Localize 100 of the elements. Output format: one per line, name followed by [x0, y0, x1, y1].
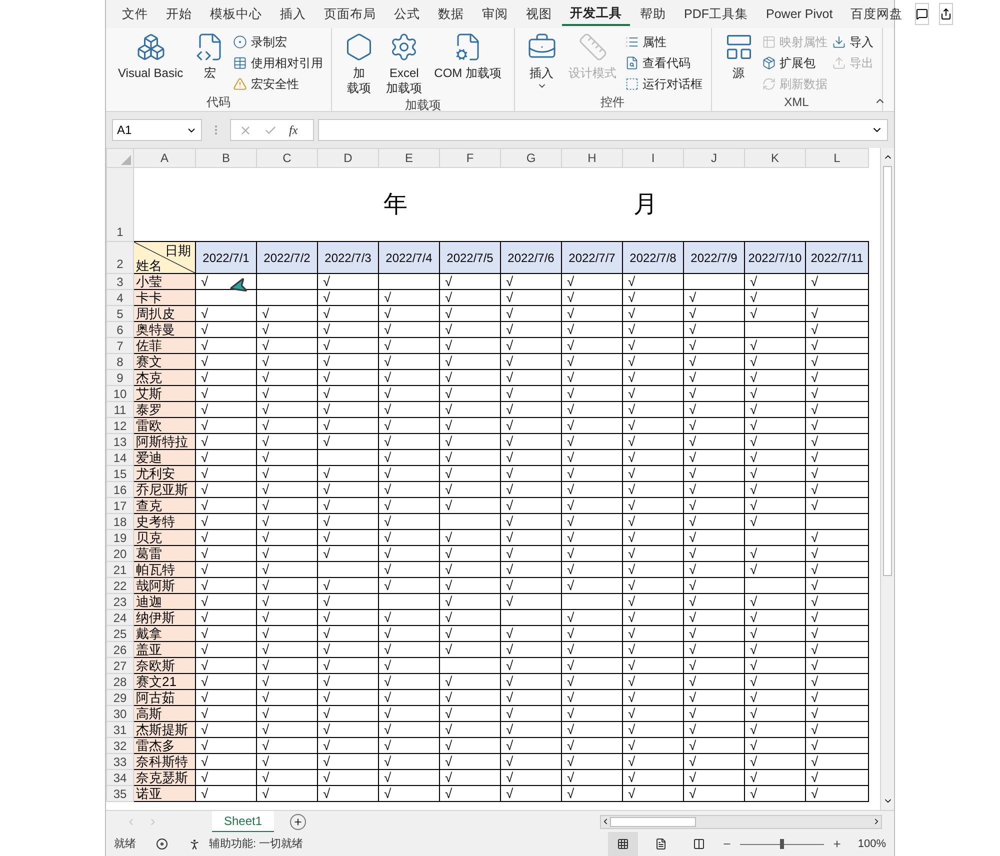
ribbon-tab[interactable]: 帮助 — [632, 2, 674, 26]
check-cell: √ — [500, 498, 562, 514]
row-header[interactable]: 19 — [106, 530, 134, 546]
row-header[interactable]: 28 — [106, 674, 134, 690]
ribbon-tab[interactable]: 视图 — [518, 2, 560, 26]
column-header[interactable]: B — [196, 148, 256, 168]
row-header[interactable]: 11 — [106, 402, 134, 418]
row-header[interactable]: 34 — [106, 770, 134, 786]
ribbon-button[interactable]: 源 — [720, 32, 758, 81]
column-header[interactable]: L — [806, 148, 868, 168]
accessibility-status[interactable]: 辅助功能: 一切就绪 — [209, 836, 304, 852]
column-header[interactable]: F — [440, 148, 500, 168]
ribbon-tab[interactable]: 公式 — [386, 2, 428, 26]
row-header[interactable]: 25 — [106, 626, 134, 642]
ribbon-button[interactable]: 运行对话框 — [624, 74, 702, 93]
row-header[interactable]: 18 — [106, 514, 134, 530]
column-header[interactable]: H — [562, 148, 622, 168]
column-header[interactable]: E — [378, 148, 440, 168]
zoom-level[interactable]: 100% — [858, 836, 886, 852]
column-header[interactable]: C — [256, 148, 318, 168]
row-header[interactable]: 17 — [106, 498, 134, 514]
formula-input[interactable] — [318, 119, 888, 141]
row-header[interactable]: 15 — [106, 466, 134, 482]
row-header[interactable]: 22 — [106, 578, 134, 594]
macro-record-icon[interactable] — [156, 838, 168, 850]
ribbon-tab[interactable]: 插入 — [272, 2, 314, 26]
row-header[interactable]: 8 — [106, 354, 134, 370]
ribbon-button[interactable]: Excel 加载项 — [382, 32, 426, 96]
column-header[interactable]: G — [500, 148, 562, 168]
ribbon-button[interactable]: 属性 — [624, 32, 702, 51]
row-header[interactable]: 30 — [106, 706, 134, 722]
row-header[interactable]: 13 — [106, 434, 134, 450]
row-header[interactable]: 20 — [106, 546, 134, 562]
ribbon-tab[interactable]: 页面布局 — [316, 2, 384, 26]
scroll-thumb[interactable] — [610, 816, 696, 826]
ribbon-button[interactable]: 插入 — [522, 32, 560, 91]
column-header[interactable]: K — [744, 148, 806, 168]
column-header[interactable]: I — [622, 148, 684, 168]
insert-function-button[interactable]: fx — [289, 121, 298, 139]
row-header[interactable]: 26 — [106, 642, 134, 658]
vertical-scrollbar[interactable] — [880, 148, 894, 810]
row-header[interactable]: 27 — [106, 658, 134, 674]
ribbon-button[interactable]: 查看代码 — [624, 53, 702, 72]
row-header[interactable]: 14 — [106, 450, 134, 466]
ribbon-button[interactable]: 宏安全性 — [233, 74, 324, 93]
ribbon-tab[interactable]: 模板中心 — [202, 2, 270, 26]
column-header[interactable]: A — [134, 148, 196, 168]
ribbon-button[interactable]: 使用相对引用 — [233, 53, 324, 72]
normal-view-button[interactable] — [608, 832, 638, 856]
column-header[interactable]: D — [318, 148, 378, 168]
row-header[interactable]: 1 — [106, 168, 134, 242]
ribbon-tab[interactable]: 数据 — [430, 2, 472, 26]
row-header[interactable]: 12 — [106, 418, 134, 434]
row-header[interactable]: 3 — [106, 274, 134, 290]
scroll-thumb[interactable] — [883, 166, 892, 576]
accessibility-icon[interactable] — [188, 838, 201, 850]
row-header[interactable]: 29 — [106, 690, 134, 706]
scroll-right-icon[interactable] — [872, 817, 881, 826]
row-header[interactable]: 4 — [106, 290, 134, 306]
ribbon-button[interactable]: 加载项 — [340, 32, 378, 96]
ribbon-tab[interactable]: PDF工具集 — [676, 2, 756, 26]
row-header[interactable]: 24 — [106, 610, 134, 626]
check-cell: √ — [622, 322, 684, 338]
share-button[interactable] — [938, 3, 953, 25]
horizontal-scrollbar[interactable] — [600, 814, 882, 828]
name-box[interactable]: A1 — [112, 119, 202, 141]
add-sheet-button[interactable] — [290, 814, 306, 830]
zoom-in-icon[interactable] — [832, 839, 842, 849]
ribbon-tab[interactable]: 开始 — [158, 2, 200, 26]
ribbon-tab[interactable]: Power Pivot — [758, 2, 841, 26]
ribbon-button[interactable]: 宏 — [191, 32, 230, 81]
scroll-left-icon[interactable] — [601, 817, 610, 826]
column-header[interactable]: J — [684, 148, 744, 168]
ribbon-button[interactable]: Visual Basic — [114, 32, 188, 81]
comment-button[interactable] — [914, 3, 929, 25]
row-header[interactable]: 23 — [106, 594, 134, 610]
ribbon-button[interactable]: 录制宏 — [233, 32, 324, 51]
ribbon-tab[interactable]: 开发工具 — [562, 2, 630, 26]
row-header[interactable]: 10 — [106, 386, 134, 402]
row-header[interactable]: 9 — [106, 370, 134, 386]
row-header[interactable]: 35 — [106, 786, 134, 802]
row-header[interactable]: 6 — [106, 322, 134, 338]
ribbon-tab[interactable]: 百度网盘 — [842, 2, 911, 26]
row-header[interactable]: 31 — [106, 722, 134, 738]
ribbon-button[interactable]: 扩展包 — [762, 53, 828, 72]
row-header[interactable]: 7 — [106, 338, 134, 354]
ribbon-button[interactable]: 导入 — [832, 32, 874, 51]
ribbon-tab[interactable]: 文件 — [114, 2, 156, 26]
ribbon-button[interactable]: COM 加载项 — [430, 32, 506, 81]
row-header[interactable]: 33 — [106, 754, 134, 770]
row-header[interactable]: 5 — [106, 306, 134, 322]
row-header[interactable]: 21 — [106, 562, 134, 578]
zoom-slider-thumb[interactable] — [780, 839, 784, 849]
sheet-tab[interactable]: Sheet1 — [212, 810, 274, 832]
zoom-slider[interactable] — [740, 838, 824, 850]
ribbon-tab[interactable]: 审阅 — [474, 2, 516, 26]
row-header[interactable]: 16 — [106, 482, 134, 498]
row-header[interactable]: 32 — [106, 738, 134, 754]
check-cell: √ — [562, 274, 622, 290]
row-header[interactable]: 2 — [106, 242, 134, 274]
